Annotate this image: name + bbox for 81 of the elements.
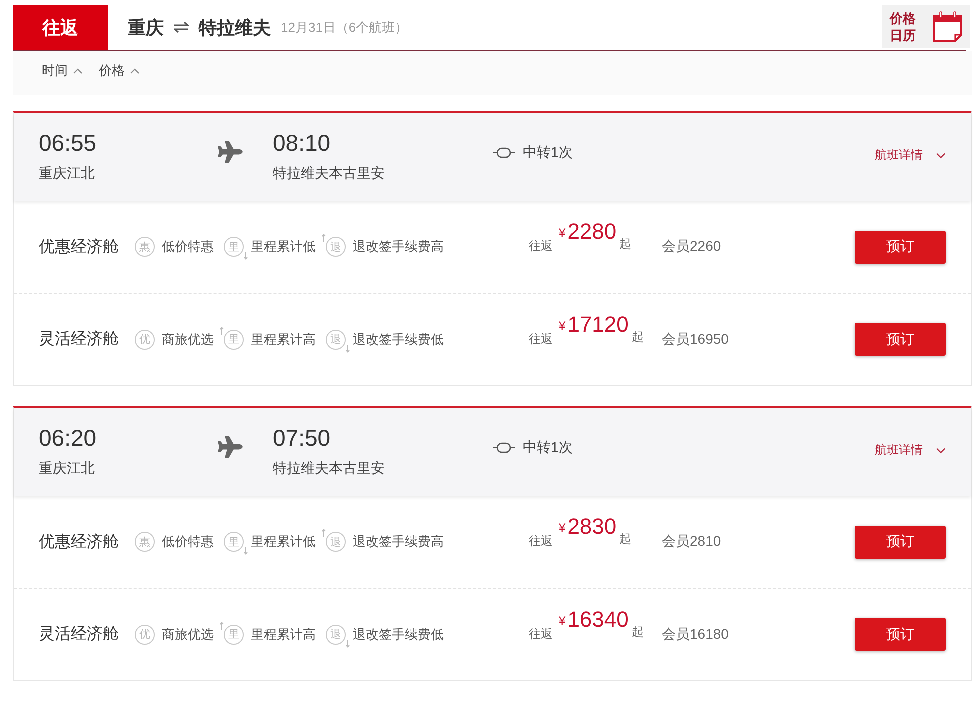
arrival-time: 07:50 (273, 425, 331, 451)
fare-feature: 退改签手续费高 (353, 238, 444, 256)
tag-badge: 里 (224, 624, 244, 644)
sort-option[interactable]: 时间 (42, 62, 83, 80)
departure-airport: 重庆江北 (39, 459, 95, 477)
fare-feature: 退改签手续费低 (353, 330, 444, 348)
tag-badge: 优 (135, 624, 155, 644)
fare-price: 17120 (568, 312, 629, 336)
member-price: 会员16180 (662, 626, 729, 644)
transfer-count: 中转1次 (523, 439, 573, 457)
transfer-count: 中转1次 (523, 144, 573, 162)
price-suffix: 起 (632, 330, 644, 342)
tag-badge: 里 (224, 237, 244, 257)
fare-feature: 低价特惠 (162, 238, 214, 256)
cabin-class: 灵活经济舱 (39, 330, 120, 350)
book-button[interactable]: 预订 (855, 618, 946, 651)
cabin-class: 优惠经济舱 (39, 532, 120, 552)
caret-up-icon (73, 68, 83, 74)
tag-badge: 惠 (135, 532, 155, 552)
fare-price: 2830 (568, 515, 617, 539)
flight-details-link[interactable]: 航班详情 (875, 442, 946, 459)
book-button[interactable]: 预订 (855, 230, 946, 264)
origin-city: 重庆 (128, 16, 164, 40)
price-suffix: 起 (632, 626, 644, 638)
chevron-down-icon (936, 448, 946, 454)
airplane-icon (218, 141, 243, 163)
flight-date-info: 12月31日（6个航班） (281, 18, 408, 36)
fare-price: 2280 (568, 220, 617, 244)
trip-type-label: 往返 (529, 628, 553, 640)
sort-option[interactable]: 价格 (99, 62, 140, 80)
fare-feature: 里程累计低 (251, 533, 316, 551)
flight-details-link[interactable]: 航班详情 (875, 147, 946, 164)
tag-badge: 优 (135, 330, 155, 350)
arrival-airport: 特拉维夫本古里安 (273, 459, 385, 477)
transfer-icon (493, 442, 515, 454)
tag-badge: 惠 (135, 237, 155, 257)
price-suffix: 起 (620, 238, 632, 250)
member-price: 会员2810 (662, 533, 722, 551)
fare-feature: 商旅优选 (162, 330, 214, 348)
tag-badge: 里 (224, 330, 244, 350)
book-button[interactable]: 预订 (855, 323, 946, 356)
fare-feature: 里程累计低 (251, 238, 316, 256)
fare-feature: 里程累计高 (251, 626, 316, 644)
fare-feature: 商旅优选 (162, 626, 214, 644)
fare-feature: 低价特惠 (162, 533, 214, 551)
tag-badge: 退 (326, 532, 346, 552)
fare-price: 16340 (568, 608, 629, 632)
calendar-icon (932, 10, 964, 42)
fare-feature: 里程累计高 (251, 330, 316, 348)
departure-time: 06:20 (39, 425, 97, 451)
airplane-icon (218, 436, 243, 458)
cabin-class: 灵活经济舱 (39, 624, 120, 645)
transfer-icon (493, 147, 515, 159)
currency-sign: ¥ (559, 320, 566, 332)
departure-time: 06:55 (39, 130, 97, 156)
chevron-down-icon (936, 152, 946, 158)
trip-type-tab[interactable]: 往返 (13, 5, 108, 50)
member-price: 会员16950 (662, 330, 729, 348)
swap-icon (174, 22, 189, 33)
arrival-time: 08:10 (273, 130, 331, 156)
currency-sign: ¥ (559, 614, 566, 626)
trip-type-label: 往返 (529, 332, 553, 344)
trip-type-label: 往返 (529, 240, 553, 252)
arrival-airport: 特拉维夫本古里安 (273, 164, 385, 182)
destination-city: 特拉维夫 (199, 16, 271, 40)
tag-badge: 退 (326, 624, 346, 644)
tag-badge: 退 (326, 237, 346, 257)
book-button[interactable]: 预订 (855, 526, 946, 558)
tag-badge: 里 (224, 532, 244, 552)
member-price: 会员2260 (662, 238, 722, 256)
price-suffix: 起 (620, 533, 632, 545)
fare-feature: 退改签手续费高 (353, 533, 444, 551)
currency-sign: ¥ (559, 227, 566, 239)
departure-airport: 重庆江北 (39, 164, 95, 182)
tag-badge: 退 (326, 330, 346, 350)
price-calendar-button[interactable]: 价格日历 (882, 5, 970, 48)
trip-type-label: 往返 (529, 535, 553, 547)
cabin-class: 优惠经济舱 (39, 238, 120, 258)
caret-up-icon (130, 68, 140, 74)
fare-feature: 退改签手续费低 (353, 626, 444, 644)
currency-sign: ¥ (559, 522, 566, 534)
